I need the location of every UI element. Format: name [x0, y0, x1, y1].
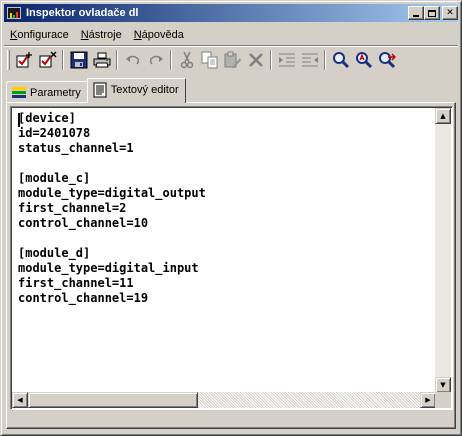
arrow-up-icon: ▲ — [440, 111, 446, 120]
toolbar-separator — [270, 50, 272, 70]
app-icon[interactable] — [6, 5, 22, 21]
find-replace-icon — [378, 52, 396, 69]
check-delete-icon — [39, 51, 56, 68]
outdent-button[interactable] — [298, 49, 321, 71]
maximize-icon — [428, 9, 436, 17]
text-editor[interactable]: [device] id=2401078 status_channel=1 [mo… — [10, 106, 453, 410]
maximize-button[interactable] — [424, 6, 440, 20]
toolbar-separator — [116, 50, 118, 70]
find-next-button[interactable] — [352, 49, 375, 71]
outdent-icon — [301, 53, 318, 67]
scroll-left-button[interactable]: ◀ — [12, 392, 28, 408]
print-icon — [93, 52, 110, 68]
scroll-right-button[interactable]: ▶ — [420, 392, 436, 408]
tab-strip: Parametry Textový editor — [6, 77, 186, 103]
toolbar-separator — [170, 50, 172, 70]
redo-button[interactable] — [144, 49, 167, 71]
menu-napoveda[interactable]: Nápověda — [128, 29, 190, 41]
window-title: Inspektor ovladače dl — [26, 7, 139, 19]
delete-icon — [248, 53, 263, 67]
text-caret — [18, 113, 20, 127]
undo-icon — [125, 55, 139, 65]
scrollbar-corner — [435, 392, 451, 408]
paste-icon — [224, 51, 241, 68]
search-icon — [332, 52, 349, 69]
arrow-down-icon: ▼ — [440, 380, 446, 389]
find-next-icon — [355, 52, 372, 69]
editor-content[interactable]: [device] id=2401078 status_channel=1 [mo… — [18, 111, 436, 395]
horizontal-scrollbar[interactable]: ◀ ▶ — [12, 392, 436, 408]
minimize-button[interactable] — [408, 6, 424, 20]
search-button[interactable] — [329, 49, 352, 71]
check-new-button[interactable] — [13, 49, 36, 71]
menu-nastroje[interactable]: Nástroje — [75, 29, 128, 41]
minimize-icon — [413, 15, 419, 17]
cut-icon — [180, 51, 193, 69]
close-icon: ✕ — [446, 7, 454, 18]
tab-textovy-editor[interactable]: Textový editor — [86, 78, 186, 103]
print-button[interactable] — [90, 49, 113, 71]
arrow-left-icon: ◀ — [17, 395, 23, 404]
menu-konfigurace[interactable]: Konfigurace — [4, 29, 75, 41]
tab-parametry[interactable]: Parametry — [6, 81, 88, 103]
save-button[interactable] — [67, 49, 90, 71]
toolbar-separator — [62, 50, 64, 70]
tab-parametry-label: Parametry — [30, 86, 81, 99]
copy-button[interactable] — [198, 49, 221, 71]
close-button[interactable]: ✕ — [442, 6, 458, 20]
delete-button[interactable] — [244, 49, 267, 71]
check-delete-button[interactable] — [36, 49, 59, 71]
parameters-icon — [11, 85, 27, 101]
copy-icon — [201, 51, 217, 69]
cut-button[interactable] — [175, 49, 198, 71]
main-window: Inspektor ovladače dl ✕ Konfigurace Nást… — [0, 0, 462, 436]
check-new-icon — [16, 52, 32, 68]
toolbar-grip[interactable] — [7, 50, 10, 70]
vertical-scrollbar[interactable]: ▲ ▼ — [435, 108, 451, 393]
arrow-right-icon: ▶ — [425, 395, 431, 404]
horizontal-scroll-thumb[interactable] — [28, 392, 198, 408]
title-bar[interactable]: Inspektor ovladače dl ✕ — [4, 4, 458, 22]
toolbar-separator — [324, 50, 326, 70]
menu-bar: Konfigurace Nástroje Nápověda — [4, 25, 458, 45]
text-document-icon — [92, 82, 108, 98]
toolbar — [4, 47, 458, 73]
scroll-down-button[interactable]: ▼ — [435, 377, 451, 393]
indent-button[interactable] — [275, 49, 298, 71]
undo-button[interactable] — [121, 49, 144, 71]
scroll-up-button[interactable]: ▲ — [435, 108, 451, 124]
find-replace-button[interactable] — [375, 49, 398, 71]
redo-icon — [149, 55, 163, 65]
save-icon — [70, 51, 87, 69]
indent-icon — [278, 53, 295, 67]
tab-textovy-editor-label: Textový editor — [110, 84, 179, 96]
paste-button[interactable] — [221, 49, 244, 71]
